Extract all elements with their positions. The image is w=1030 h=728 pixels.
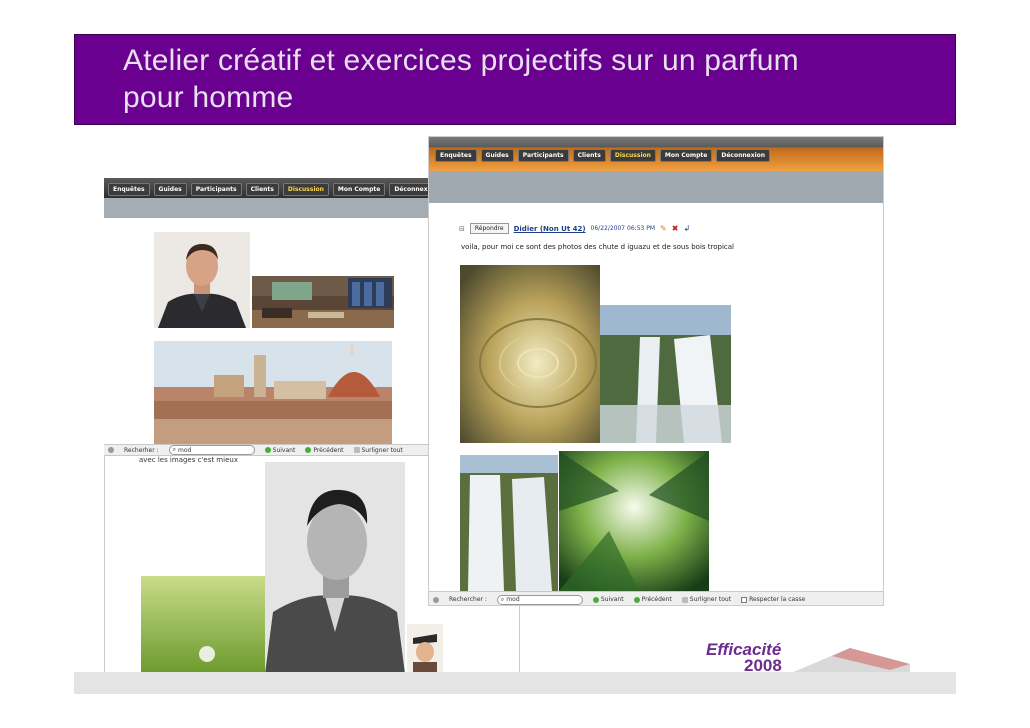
left-navbar: Enquêtes Guides Participants Clients Dis…	[104, 178, 432, 198]
post-datetime: 06/22/2007 06:53 PM	[590, 225, 656, 232]
tab-mon-compte[interactable]: Mon Compte	[659, 149, 713, 162]
collapse-icon[interactable]: ⊟	[459, 225, 465, 233]
florence-cityscape-photo	[154, 341, 392, 445]
grass-photo	[141, 576, 267, 674]
right-search-label: Rechercher :	[449, 596, 487, 603]
left-highlight-button[interactable]: Surligner tout	[353, 447, 403, 454]
left-search-input[interactable]: ⌕ mod	[168, 445, 255, 455]
man-portrait-photo	[154, 232, 250, 328]
prev-arrow-icon	[305, 447, 312, 453]
search-icon: ⌕	[172, 446, 177, 453]
bottom-strip	[74, 672, 956, 694]
comic-character-image	[407, 624, 443, 674]
highlight-icon	[353, 447, 360, 453]
edit-icon[interactable]: ✎	[660, 224, 667, 233]
tab-clients[interactable]: Clients	[572, 149, 606, 162]
close-icon[interactable]	[433, 596, 439, 603]
tab-mon-compte[interactable]: Mon Compte	[332, 183, 386, 196]
slide-title-line2: pour homme	[123, 81, 294, 114]
right-grey-bar	[429, 171, 883, 203]
close-icon[interactable]	[108, 447, 114, 453]
right-prev-button[interactable]: Précédent	[633, 596, 672, 603]
tab-discussion[interactable]: Discussion	[609, 149, 656, 162]
tab-deconnexion[interactable]: Déconnexion	[389, 183, 432, 196]
match-case-checkbox[interactable]: Respecter la casse	[741, 596, 805, 603]
post-header: ⊟ Répondre Didier (Non Ut 42) 06/22/2007…	[459, 223, 690, 234]
left-grey-bar	[104, 198, 432, 218]
slide-title-line1: Atelier créatif et exercices projectifs …	[123, 44, 799, 77]
right-search-input[interactable]: ⌕ mod	[496, 594, 583, 605]
next-arrow-icon	[592, 596, 599, 603]
tropical-forest-photo	[559, 451, 709, 591]
slide-title: Atelier créatif et exercices projectifs …	[123, 42, 913, 116]
left-caption: avec les images c'est mieux	[139, 456, 238, 464]
left-search-label: Recherher :	[124, 446, 159, 454]
tab-deconnexion[interactable]: Déconnexion	[716, 149, 771, 162]
post-author[interactable]: Didier (Non Ut 42)	[514, 225, 586, 233]
right-next-button[interactable]: Suivant	[592, 596, 624, 603]
left-search-toolbar: Recherher : ⌕ mod Suivant Précédent Surl…	[104, 444, 430, 456]
search-icon: ⌕	[500, 595, 505, 603]
reply-button[interactable]: Répondre	[469, 223, 509, 234]
water-ripple-photo	[460, 265, 600, 443]
iguazu-falls-photo-1	[600, 305, 731, 443]
delete-icon[interactable]: ✖	[672, 224, 679, 233]
left-next-button[interactable]: Suivant	[264, 447, 295, 454]
post-text: voila, pour moi ce sont des photos des c…	[461, 243, 734, 251]
prev-arrow-icon	[633, 596, 640, 603]
tab-discussion[interactable]: Discussion	[282, 183, 329, 196]
tab-enquetes[interactable]: Enquêtes	[108, 183, 150, 196]
right-search-toolbar: Rechercher : ⌕ mod Suivant Précédent Sur…	[429, 591, 883, 605]
tab-guides[interactable]: Guides	[480, 149, 514, 162]
iguazu-falls-photo-2	[460, 455, 558, 591]
bw-man-portrait-photo	[265, 462, 405, 674]
right-nav-tabs: Enquêtes Guides Participants Clients Dis…	[435, 149, 771, 162]
tab-guides[interactable]: Guides	[153, 183, 187, 196]
next-arrow-icon	[264, 447, 271, 453]
tab-clients[interactable]: Clients	[245, 183, 279, 196]
lounge-interior-photo	[252, 276, 394, 328]
right-highlight-button[interactable]: Surligner tout	[681, 596, 731, 603]
right-navbar: Enquêtes Guides Participants Clients Dis…	[429, 137, 883, 171]
highlight-icon	[681, 596, 688, 603]
slide-title-bar: Atelier créatif et exercices projectifs …	[74, 34, 956, 125]
left-prev-button[interactable]: Précédent	[305, 447, 344, 454]
tab-participants[interactable]: Participants	[517, 149, 569, 162]
tab-participants[interactable]: Participants	[190, 183, 242, 196]
tab-enquetes[interactable]: Enquêtes	[435, 149, 477, 162]
left-nav-tabs: Enquêtes Guides Participants Clients Dis…	[108, 183, 432, 196]
reply-icon[interactable]: ↲	[683, 224, 690, 233]
left-window-upper: Enquêtes Guides Participants Clients Dis…	[104, 178, 432, 446]
checkbox-icon	[741, 596, 748, 603]
right-window: Enquêtes Guides Participants Clients Dis…	[428, 136, 884, 606]
